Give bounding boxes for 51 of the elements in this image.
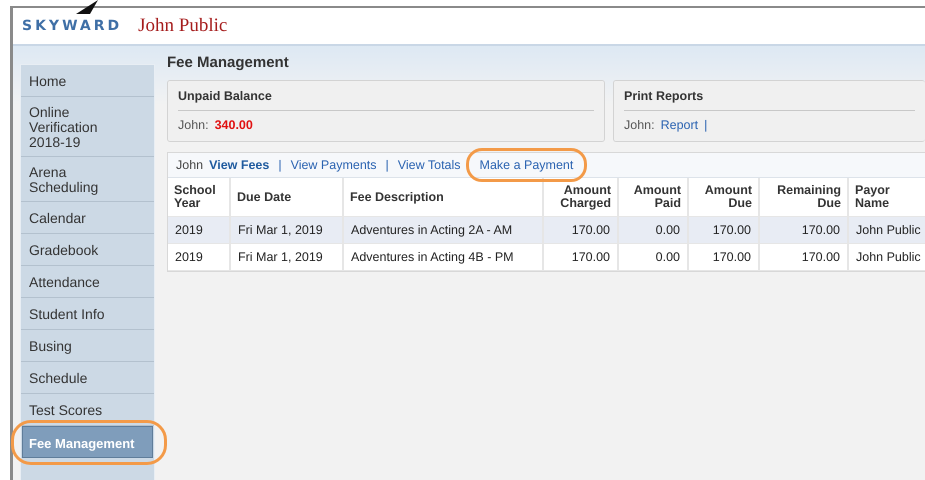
nav-item[interactable]: Attendance [21,266,154,298]
card-title: Unpaid Balance [178,89,272,103]
table-cell: 2019 [175,223,203,237]
column-header: Payor Name [855,184,891,210]
student-name: John [176,158,204,172]
skyward-logo: SKYWARD [22,18,122,34]
tab-link[interactable]: View Fees [209,158,270,172]
tab-link[interactable]: View Payments [290,158,377,172]
table-cell: Adventures in Acting 2A - AM [351,223,512,237]
table-cell: John Public [856,250,921,264]
table-cell: 170.00 [802,250,840,264]
column-header: Amount Due [704,184,752,210]
table-cell: 170.00 [802,223,840,237]
table-cell: Fri Mar 1, 2019 [238,223,323,237]
tab-link[interactable]: Make a Payment [480,158,574,172]
table-cell: 170.00 [712,250,751,264]
table-cell: Fri Mar 1, 2019 [238,250,323,264]
balance-amount: 340.00 [214,118,253,132]
table-cell: 170.00 [572,223,610,237]
tab-link[interactable]: View Totals [398,158,461,172]
nav-item[interactable]: Busing [21,330,154,362]
table-cell: 170.00 [712,223,751,237]
user-name: John Public [138,15,228,37]
pointer-arrow-icon [76,0,98,14]
nav-item[interactable]: Gradebook [21,234,154,266]
table-cell: 170.00 [572,250,610,264]
separator: | [278,158,282,172]
nav-item[interactable]: Student Info [21,298,154,330]
column-header: School Year [174,184,217,210]
separator: | [704,118,708,132]
page-title: Fee Management [167,54,290,71]
column-header: Amount Charged [559,184,611,210]
table-cell: 2019 [175,250,203,264]
card-title: Print Reports [624,89,704,103]
report-link[interactable]: Report [660,118,698,132]
nav-item[interactable]: Arena Scheduling [21,157,154,202]
column-header: Amount Paid [632,184,681,210]
table-cell: 0.00 [656,223,680,237]
student-label: John: [624,118,655,132]
nav-item[interactable]: Schedule [21,362,154,394]
nav-item[interactable]: Home [21,65,154,97]
student-label: John: [178,118,209,132]
nav-item[interactable]: Online Verification 2018-19 [21,97,154,157]
nav-item[interactable]: Calendar [21,202,154,234]
column-header: Fee Description [350,190,444,204]
column-header: Due Date [237,190,292,204]
table-cell: John Public [856,223,921,237]
column-header: Remaining Due [776,184,841,210]
table-cell: 0.00 [656,250,680,264]
table-cell: Adventures in Acting 4B - PM [351,250,514,264]
separator: | [386,158,389,172]
